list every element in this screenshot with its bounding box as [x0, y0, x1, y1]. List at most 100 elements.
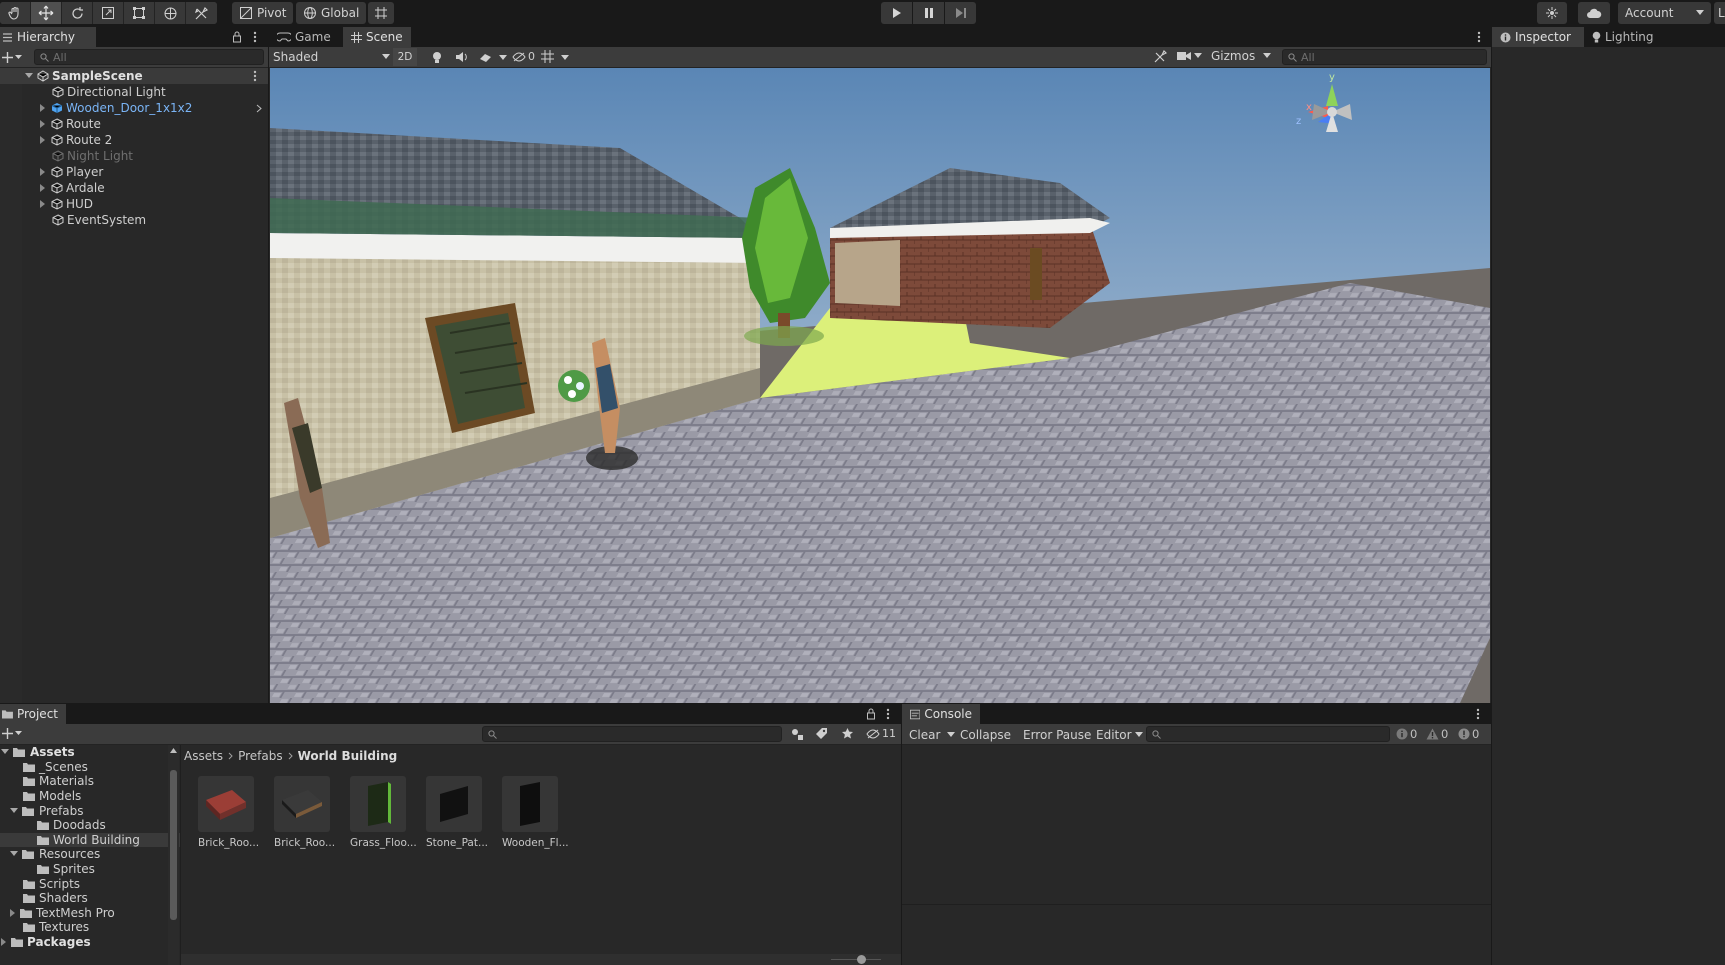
collapse-toggle[interactable]: Collapse [957, 726, 1014, 743]
toggle-2d-button[interactable]: 2D [393, 48, 417, 66]
scene-row[interactable]: SampleScene [0, 68, 268, 84]
error-pause-toggle[interactable]: Error Pause [1020, 726, 1094, 743]
hidden-objects-toggle[interactable]: 0 [512, 50, 535, 63]
chevron-right-icon[interactable] [38, 103, 48, 113]
lock-icon[interactable] [232, 31, 242, 43]
pivot-toggle[interactable]: Pivot [232, 2, 294, 24]
custom-tool-icon[interactable] [186, 2, 217, 24]
folder-item[interactable]: Assets [0, 745, 180, 760]
kebab-menu-icon[interactable] [886, 708, 890, 720]
folder-item[interactable]: Prefabs [0, 803, 180, 818]
breadcrumb-item[interactable]: Prefabs [238, 749, 283, 763]
hand-tool-icon[interactable] [0, 2, 31, 24]
tab-hierarchy[interactable]: Hierarchy [0, 27, 96, 47]
chevron-right-icon[interactable] [38, 199, 48, 209]
chevron-down-icon[interactable] [1, 749, 9, 755]
folder-item[interactable]: Packages [0, 935, 180, 950]
chevron-right-icon[interactable] [256, 104, 262, 113]
folder-item[interactable]: Materials [0, 774, 180, 789]
folder-item[interactable]: _Scenes [0, 760, 180, 775]
global-toggle[interactable]: Global [296, 2, 367, 24]
folder-item-selected[interactable]: World Building [0, 832, 180, 848]
asset-item[interactable]: Wooden_Fl... [502, 776, 569, 849]
play-button[interactable] [881, 2, 912, 24]
rect-tool-icon[interactable] [124, 2, 155, 24]
folder-item[interactable]: Sprites [0, 862, 180, 877]
label-tag-icon[interactable] [815, 727, 828, 740]
clear-button[interactable]: Clear [906, 726, 943, 743]
layers-dropdown[interactable]: La [1714, 2, 1725, 24]
editor-dropdown[interactable]: Editor [1093, 726, 1146, 743]
console-log-list[interactable] [902, 745, 1491, 904]
search-by-type-icon[interactable] [790, 727, 804, 741]
folder-item[interactable]: Scripts [0, 876, 180, 891]
chevron-up-icon[interactable] [170, 748, 177, 753]
scene-search[interactable]: All [1282, 49, 1487, 65]
hierarchy-item[interactable]: Route 2 [0, 132, 268, 148]
lock-icon[interactable] [866, 708, 876, 720]
cloud-button[interactable] [1578, 2, 1610, 24]
collab-button[interactable] [1537, 2, 1567, 24]
hierarchy-item[interactable]: EventSystem [0, 212, 268, 228]
breadcrumb-item[interactable]: Assets [184, 749, 223, 763]
log-count-toggle[interactable]: 0 [1396, 727, 1417, 741]
error-count-toggle[interactable]: 0 [1458, 727, 1479, 741]
folder-item[interactable]: Resources [0, 847, 180, 862]
shading-mode-dropdown[interactable]: Shaded [273, 49, 390, 65]
tab-lighting[interactable]: Lighting [1584, 27, 1674, 47]
folder-item[interactable]: Doodads [0, 818, 180, 833]
tab-project[interactable]: Project [0, 704, 66, 724]
chevron-right-icon[interactable] [38, 183, 48, 193]
hierarchy-item[interactable]: Wooden_Door_1x1x2 [0, 100, 268, 116]
chevron-right-icon[interactable] [38, 135, 48, 145]
folder-item[interactable]: Shaders [0, 891, 180, 906]
star-icon[interactable] [841, 727, 854, 740]
asset-item[interactable]: Grass_Floo... [350, 776, 417, 849]
audio-icon[interactable] [455, 51, 468, 63]
folder-tree-scrollbar[interactable] [168, 745, 179, 965]
grid-snap-button[interactable] [368, 2, 394, 24]
project-search[interactable] [482, 726, 782, 742]
rotate-tool-icon[interactable] [62, 2, 93, 24]
hierarchy-search[interactable]: All [34, 49, 264, 65]
hidden-packages-toggle[interactable]: 11 [866, 727, 896, 740]
asset-item[interactable]: Brick_Roo... [198, 776, 259, 849]
scrollbar-thumb[interactable] [170, 770, 177, 920]
warning-count-toggle[interactable]: 0 [1426, 727, 1448, 741]
folder-item[interactable]: Models [0, 789, 180, 804]
tools-icon[interactable] [1153, 50, 1167, 64]
chevron-down-icon[interactable] [561, 55, 569, 61]
zoom-slider-handle[interactable] [857, 955, 866, 964]
console-search[interactable] [1146, 726, 1390, 742]
chevron-right-icon[interactable] [38, 119, 48, 129]
effects-icon[interactable] [479, 51, 492, 63]
folder-item[interactable]: Textures [0, 920, 180, 935]
chevron-down-icon[interactable] [24, 71, 34, 81]
create-dropdown[interactable] [2, 51, 22, 63]
asset-item[interactable]: Stone_Pat... [426, 776, 488, 849]
kebab-menu-icon[interactable] [253, 70, 257, 82]
camera-dropdown[interactable] [1177, 51, 1202, 61]
transform-tool-icon[interactable] [155, 2, 186, 24]
hierarchy-item[interactable]: Player [0, 164, 268, 180]
gizmos-dropdown[interactable]: Gizmos [1211, 49, 1272, 63]
chevron-down-icon[interactable] [10, 807, 18, 814]
tab-inspector[interactable]: Inspector [1492, 27, 1584, 47]
scene-viewport[interactable]: y x z [270, 68, 1490, 703]
splitter[interactable] [901, 704, 902, 965]
hierarchy-item[interactable]: Night Light [0, 148, 268, 164]
chevron-down-icon[interactable] [10, 851, 18, 857]
step-button[interactable] [945, 2, 976, 24]
tab-game[interactable]: Game [269, 27, 343, 47]
chevron-right-icon[interactable] [38, 167, 48, 177]
folder-item[interactable]: TextMesh Pro [0, 906, 180, 921]
splitter[interactable] [1491, 27, 1492, 965]
light-bulb-icon[interactable] [432, 51, 442, 64]
chevron-right-icon[interactable] [10, 908, 16, 917]
splitter[interactable] [268, 27, 269, 703]
scale-tool-icon[interactable] [93, 2, 124, 24]
chevron-right-icon[interactable] [1, 938, 7, 947]
zoom-slider-track[interactable] [831, 959, 881, 960]
splitter[interactable] [180, 745, 181, 965]
kebab-menu-icon[interactable] [1477, 31, 1481, 43]
